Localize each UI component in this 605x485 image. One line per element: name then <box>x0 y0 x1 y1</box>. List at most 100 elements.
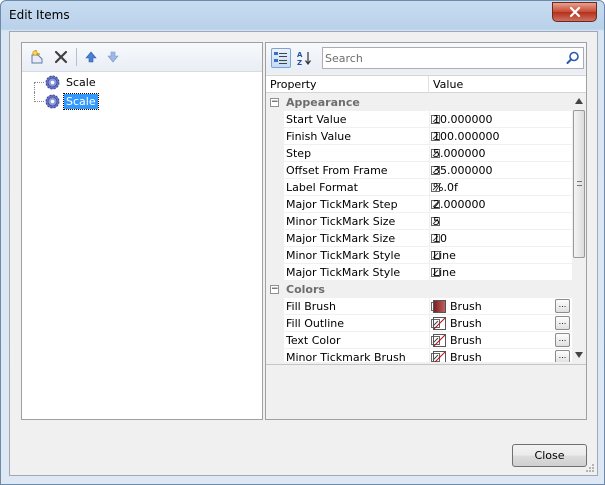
close-button[interactable]: Close <box>512 444 587 467</box>
scroll-thumb[interactable] <box>573 110 585 258</box>
property-value-cell[interactable]: 2.000000 <box>429 196 572 213</box>
property-value: 5.000000 <box>433 147 486 160</box>
property-search-input[interactable] <box>325 50 561 66</box>
column-divider[interactable] <box>428 76 429 93</box>
dialog-client-area: Scale Scale A Z Search Property Value − … <box>9 31 598 476</box>
categorized-view-button[interactable] <box>271 48 291 68</box>
property-row[interactable]: Major TickMark Style Line <box>266 264 572 281</box>
property-search-box[interactable] <box>322 47 584 69</box>
property-row[interactable]: Minor Tickmark Brush Brush ... <box>266 349 572 362</box>
property-name-cell[interactable]: Text Color <box>284 332 440 349</box>
brush-editor-button[interactable]: ... <box>555 316 570 330</box>
property-value-cell[interactable]: 35.000000 <box>429 162 572 179</box>
delete-item-button[interactable] <box>52 48 70 66</box>
property-row[interactable]: Step 5.000000 <box>266 145 572 162</box>
brush-editor-button[interactable]: ... <box>555 299 570 313</box>
property-name-cell[interactable]: Fill Outline <box>284 315 440 332</box>
tree-item[interactable]: Scale <box>32 73 257 92</box>
scroll-down-button[interactable] <box>572 348 586 362</box>
svg-text:A: A <box>297 51 303 59</box>
row-gutter <box>266 315 284 332</box>
property-value-cell[interactable]: Brush ... <box>429 315 572 332</box>
row-gutter <box>266 332 284 349</box>
property-name-cell[interactable]: Offset From Frame <box>284 162 440 179</box>
property-row[interactable]: Offset From Frame 35.000000 <box>266 162 572 179</box>
property-value-cell[interactable]: Brush ... <box>429 298 572 315</box>
property-name-cell[interactable]: Minor TickMark Size <box>284 213 440 230</box>
property-grid-header: Property Value <box>266 75 586 93</box>
sort-alphabetical-icon: A Z <box>297 51 311 66</box>
row-gutter <box>266 247 284 264</box>
collapse-toggle-icon[interactable]: − <box>270 98 279 107</box>
property-row[interactable]: Minor TickMark Size 5 <box>266 213 572 230</box>
property-value-cell[interactable]: 100.000000 <box>429 128 572 145</box>
title-bar[interactable]: Edit Items <box>1 1 604 31</box>
tree-connector <box>34 82 44 83</box>
property-name-cell[interactable]: Start Value <box>284 111 440 128</box>
property-name: Major TickMark Step <box>286 198 398 211</box>
property-row[interactable]: Start Value 10.000000 <box>266 111 572 128</box>
property-value-cell[interactable]: 5.000000 <box>429 145 572 162</box>
property-row[interactable]: Major TickMark Step 2.000000 <box>266 196 572 213</box>
move-up-button[interactable] <box>82 48 100 66</box>
category-row-colors[interactable]: − Colors <box>266 281 572 298</box>
property-name: Fill Outline <box>286 317 344 330</box>
property-row[interactable]: Minor TickMark Style Line <box>266 247 572 264</box>
property-value-cell[interactable]: Line <box>429 247 572 264</box>
brush-editor-button[interactable]: ... <box>555 333 570 347</box>
category-row-appearance[interactable]: − Appearance <box>266 94 572 111</box>
property-name-cell[interactable]: Major TickMark Style <box>284 264 440 281</box>
tree-item-label: Scale <box>66 76 96 89</box>
items-panel: Scale Scale <box>21 42 263 420</box>
property-value: 2.000000 <box>433 198 486 211</box>
property-value-cell[interactable]: Brush ... <box>429 349 572 362</box>
property-value: 10.000000 <box>433 113 493 126</box>
property-value-cell[interactable]: Line <box>429 264 572 281</box>
property-name-cell[interactable]: Minor Tickmark Brush <box>284 349 440 362</box>
svg-text:Z: Z <box>297 59 302 66</box>
property-name-cell[interactable]: Major TickMark Step <box>284 196 440 213</box>
property-value: Brush <box>450 317 482 330</box>
property-grid-scrollbar[interactable] <box>572 94 586 362</box>
move-down-button[interactable] <box>104 48 122 66</box>
property-value-cell[interactable]: %.0f <box>429 179 572 196</box>
row-gutter <box>266 162 284 179</box>
search-icon[interactable] <box>566 51 580 65</box>
brush-editor-button[interactable]: ... <box>555 350 570 362</box>
alphabetical-view-button[interactable]: A Z <box>294 48 314 68</box>
row-gutter <box>266 213 284 230</box>
property-row[interactable]: Fill Outline Brush ... <box>266 315 572 332</box>
scroll-up-button[interactable] <box>572 94 586 108</box>
property-row[interactable]: Fill Brush Brush ... <box>266 298 572 315</box>
property-name-cell[interactable]: Label Format <box>284 179 440 196</box>
property-name-cell[interactable]: Major TickMark Size <box>284 230 440 247</box>
add-item-button[interactable] <box>28 48 46 66</box>
property-name-cell[interactable]: Finish Value <box>284 128 440 145</box>
property-name-cell[interactable]: Step <box>284 145 440 162</box>
property-row[interactable]: Text Color Brush ... <box>266 332 572 349</box>
property-column-header[interactable]: Property <box>270 78 317 91</box>
row-gutter <box>266 145 284 162</box>
row-gutter <box>266 264 284 281</box>
category-label: Appearance <box>286 96 360 109</box>
property-name: Step <box>286 147 312 160</box>
property-name-cell[interactable]: Minor TickMark Style <box>284 247 440 264</box>
collapse-toggle-icon[interactable]: − <box>270 285 279 294</box>
property-value-cell[interactable]: Brush ... <box>429 332 572 349</box>
value-column-header[interactable]: Value <box>433 78 463 91</box>
empty-brush-swatch-icon <box>433 317 446 330</box>
tree-item-label: Scale <box>63 93 99 110</box>
property-name-cell[interactable]: Fill Brush <box>284 298 440 315</box>
property-row[interactable]: Label Format %.0f <box>266 179 572 196</box>
resize-grip-icon[interactable] <box>585 463 595 473</box>
category-label: Colors <box>286 283 325 296</box>
property-name: Major TickMark Size <box>286 232 396 245</box>
window-close-button[interactable] <box>552 2 597 22</box>
tree-item-selected[interactable]: Scale <box>32 92 257 111</box>
property-value-cell[interactable]: 10 <box>429 230 572 247</box>
property-value-cell[interactable]: 10.000000 <box>429 111 572 128</box>
property-row[interactable]: Finish Value 100.000000 <box>266 128 572 145</box>
property-value-cell[interactable]: 5 <box>429 213 572 230</box>
property-row[interactable]: Major TickMark Size 10 <box>266 230 572 247</box>
property-grid-toolbar: A Z <box>266 43 586 73</box>
